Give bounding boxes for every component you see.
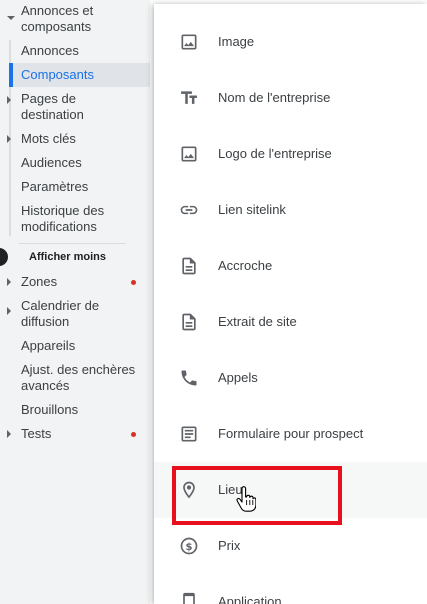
image-icon <box>181 146 197 162</box>
menu-item-image[interactable]: Image <box>154 14 427 70</box>
menu-item-prix[interactable]: $ Prix <box>154 518 427 574</box>
annotation-highlight-box <box>172 466 342 525</box>
menu-item-sitelink[interactable]: Lien sitelink <box>154 182 427 238</box>
svg-text:$: $ <box>186 542 193 553</box>
show-less-button[interactable]: Afficher moins <box>29 251 106 263</box>
chevron-right-icon <box>7 430 11 438</box>
chevron-down-icon <box>7 16 15 20</box>
sidebar-item-audiences[interactable]: Audiences <box>0 155 150 171</box>
image-icon <box>181 34 197 50</box>
text-fields-icon <box>181 91 197 104</box>
form-icon <box>181 426 197 442</box>
chevron-right-icon <box>7 307 11 315</box>
chevron-right-icon <box>7 96 11 104</box>
sidebar-item-historique[interactable]: Historique des modifications <box>0 203 150 235</box>
menu-item-accroche[interactable]: Accroche <box>154 238 427 294</box>
description-icon <box>182 313 196 331</box>
menu-item-nom-entreprise[interactable]: Nom de l'entreprise <box>154 70 427 126</box>
sidebar-item-calendrier[interactable]: Calendrier de diffusion <box>0 298 150 330</box>
sidebar-item-pages-de-destination[interactable]: Pages de destination <box>0 91 150 123</box>
collapse-toggle-icon[interactable] <box>0 248 8 266</box>
phone-icon <box>181 370 197 386</box>
side-navigation: Annonces et composants Annonces Composan… <box>0 0 150 604</box>
menu-item-application[interactable]: Application <box>154 574 427 604</box>
sidebar-item-appareils[interactable]: Appareils <box>0 338 150 354</box>
sidebar-item-annonces-et-composants[interactable]: Annonces et composants <box>0 3 150 35</box>
sidebar-item-ajustements[interactable]: Ajust. des enchères avancés <box>0 362 150 394</box>
chevron-right-icon <box>7 278 11 286</box>
menu-item-logo[interactable]: Logo de l'entreprise <box>154 126 427 182</box>
alert-badge <box>131 432 136 437</box>
sidebar-item-composants[interactable]: Composants <box>0 67 150 83</box>
price-icon: $ <box>180 537 198 555</box>
sidebar-item-annonces[interactable]: Annonces <box>0 43 150 59</box>
divider <box>19 243 126 244</box>
sidebar-item-tests[interactable]: Tests <box>0 426 150 442</box>
hand-cursor-icon <box>236 486 256 512</box>
sidebar-item-zones[interactable]: Zones <box>0 274 150 290</box>
chevron-right-icon <box>7 135 11 143</box>
menu-item-appels[interactable]: Appels <box>154 350 427 406</box>
sidebar-item-parametres[interactable]: Paramètres <box>0 179 150 195</box>
sidebar-item-mots-cles[interactable]: Mots clés <box>0 131 150 147</box>
phone-device-icon <box>183 592 195 604</box>
alert-badge <box>131 280 136 285</box>
menu-item-formulaire[interactable]: Formulaire pour prospect <box>154 406 427 462</box>
menu-item-extrait-de-site[interactable]: Extrait de site <box>154 294 427 350</box>
description-icon <box>182 257 196 275</box>
link-icon <box>180 205 198 215</box>
sidebar-item-brouillons[interactable]: Brouillons <box>0 402 150 418</box>
